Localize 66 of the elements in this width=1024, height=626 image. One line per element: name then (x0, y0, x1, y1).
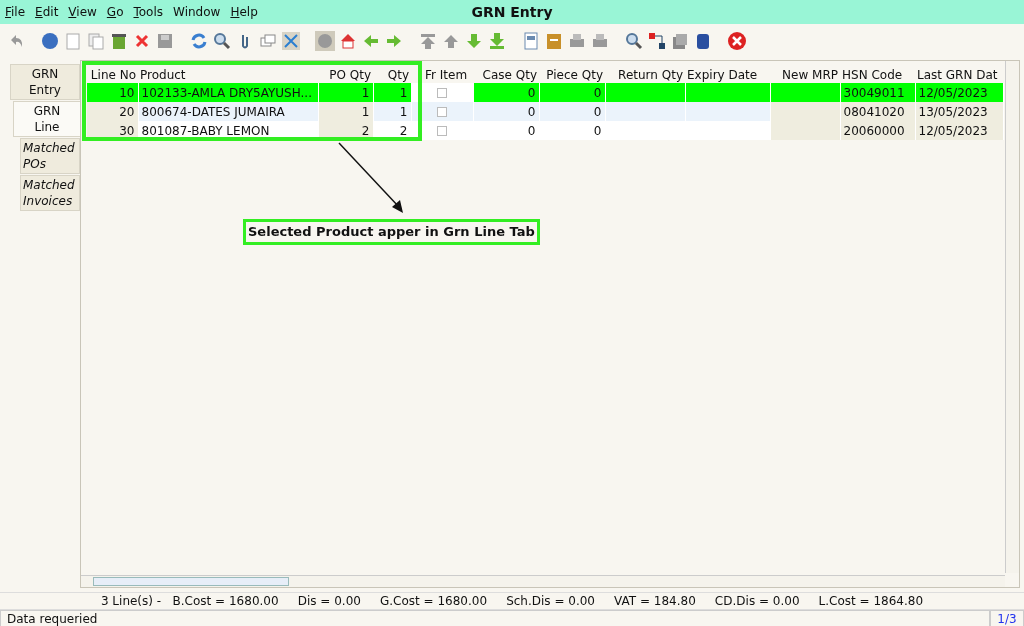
table-cell: 1 (373, 102, 411, 121)
table-cell: 1 (318, 102, 373, 121)
table-cell: 12/05/2023 (915, 83, 1003, 102)
tab[interactable]: GRN Line (13, 101, 81, 137)
menu-item[interactable]: Window (168, 3, 226, 21)
menu-item[interactable]: Go (101, 3, 129, 21)
column-header[interactable]: Last GRN Dat (915, 67, 1003, 83)
annotation-arrow (338, 142, 403, 213)
table-cell: 08041020 (840, 102, 915, 121)
first-record-icon[interactable] (418, 31, 438, 51)
menu-item[interactable]: Help (225, 3, 263, 21)
close-icon[interactable] (727, 31, 747, 51)
cost-summary: 3 Line(s) - B.Cost = 1680.00 Dis = 0.00 G.Cost = 1680.00 Sch.Dis = 0.00 VAT = 184.80 CD.Dis = 0.00 L.Cost = 1864.80 (0, 592, 1024, 610)
window-title: GRN Entry (471, 3, 553, 20)
column-header[interactable]: New MRP (770, 67, 840, 83)
trash-icon[interactable] (109, 31, 129, 51)
page-indicator: 1/3 (990, 610, 1024, 626)
archive-icon[interactable] (544, 31, 564, 51)
menu-item[interactable]: Tools (128, 3, 169, 21)
workflow-icon[interactable] (647, 31, 667, 51)
checkbox[interactable] (437, 88, 447, 98)
column-header[interactable]: PO Qty (318, 67, 373, 83)
table-cell: 0 (473, 83, 539, 102)
column-header[interactable]: Case Qty (473, 67, 539, 83)
column-header[interactable]: Qty (373, 67, 411, 83)
menu-item[interactable]: View (63, 3, 102, 21)
table-cell: 12/05/2023 (915, 121, 1003, 140)
column-header[interactable]: Piece Qty (539, 67, 605, 83)
zoom-icon[interactable] (624, 31, 644, 51)
table-cell: 0 (473, 102, 539, 121)
column-header[interactable]: Line No (87, 67, 138, 83)
table-cell: 13/05/2023 (915, 102, 1003, 121)
report-icon[interactable] (521, 31, 541, 51)
table-cell: 10 (87, 83, 138, 102)
refresh-icon[interactable] (189, 31, 209, 51)
table-cell: 20060000 (840, 121, 915, 140)
column-header[interactable]: Return Qty (605, 67, 685, 83)
column-header[interactable]: Fr Item (411, 67, 473, 83)
table-cell: 0 (539, 83, 605, 102)
table-cell: 1 (373, 83, 411, 102)
menu-item[interactable]: Edit (30, 3, 64, 21)
checkbox[interactable] (437, 107, 447, 117)
annotation-label: Selected Product apper in Grn Line Tab (243, 219, 540, 245)
table-cell: 800674-DATES JUMAIRA (138, 102, 318, 121)
table-cell: 20 (87, 102, 138, 121)
last-record-icon[interactable] (487, 31, 507, 51)
table-cell: 1 (318, 83, 373, 102)
column-header[interactable]: Product (138, 67, 318, 83)
search-icon[interactable] (212, 31, 232, 51)
menu-item[interactable]: File (0, 3, 31, 21)
table-cell: 0 (539, 121, 605, 140)
table-cell: 102133-AMLA DRY5AYUSH... (138, 83, 318, 102)
save-icon[interactable] (155, 31, 175, 51)
table-cell: 30049011 (840, 83, 915, 102)
tab[interactable]: Matched POs (20, 138, 80, 174)
column-header[interactable]: Expiry Date (685, 67, 770, 83)
vertical-scrollbar[interactable] (1005, 61, 1019, 573)
horizontal-scrollbar[interactable] (81, 575, 1005, 587)
tab[interactable]: GRN Entry (10, 64, 80, 100)
scrollbar-thumb[interactable] (93, 577, 289, 586)
tab[interactable]: Matched Invoices (20, 175, 80, 211)
status-message: Data requeried (0, 610, 990, 626)
checkbox[interactable] (437, 126, 447, 136)
table-cell: 0 (539, 102, 605, 121)
column-header[interactable]: HSN Code (840, 67, 915, 83)
table-cell: 0 (473, 121, 539, 140)
